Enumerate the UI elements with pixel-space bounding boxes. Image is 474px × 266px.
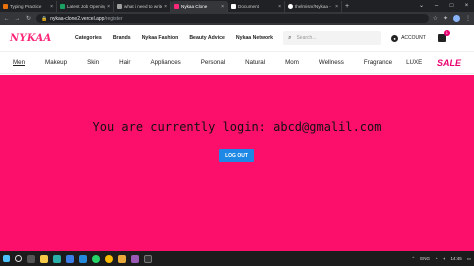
browser-tab[interactable]: Typing Practice × [0,1,57,12]
category-skin[interactable]: Skin [87,59,99,66]
category-nav: Men Makeup Skin Hair Appliances Personal… [0,52,474,74]
browser-tab[interactable]: Latest Job Opening × [57,1,114,12]
nav-item-beauty-advice[interactable]: Beauty Advice [189,35,225,41]
vscode-icon[interactable] [79,254,87,263]
app-icon[interactable] [131,254,139,263]
browser-tab[interactable]: Document × [228,1,285,12]
tab-title: Document [238,4,259,9]
sale-link[interactable]: SALE [437,58,461,68]
account-button[interactable]: ● ACCOUNT [391,34,426,42]
folder-icon[interactable] [118,254,126,263]
category-mom[interactable]: Mom [285,59,299,66]
site-logo[interactable]: NYKAA [10,33,55,44]
tab-favicon-icon [60,4,65,9]
login-status-message: You are currently login: abcd@gmalil.com [92,120,382,134]
close-window-icon[interactable]: × [459,0,474,12]
search-box: ⌕ [283,31,382,45]
notification-icon[interactable]: ▭ [467,256,471,262]
close-icon[interactable]: × [335,4,338,10]
category-makeup[interactable]: Makeup [45,59,67,66]
terminal-icon[interactable] [144,254,152,263]
window-controls: ⌄ – □ × [414,0,474,12]
minimize-icon[interactable]: – [429,0,444,12]
browser-tab[interactable]: what i need to write × [114,1,171,12]
category-personal[interactable]: Personal [201,59,225,66]
github-icon [288,4,293,9]
user-icon: ● [391,34,399,42]
lock-icon: 🔒 [41,15,48,22]
language-indicator[interactable]: ENG [420,256,430,261]
search-icon[interactable] [15,255,22,262]
edge-icon[interactable] [53,254,61,263]
tab-favicon-icon [117,4,122,9]
browser-toolbar-actions: ☆ ✦ ⋮ [433,15,471,22]
url-input[interactable]: 🔒 nykaa-clone2.vercel.app/register [36,14,429,23]
tab-favicon-icon [3,4,8,9]
main-nav: Categories Brands Nykaa Fashion Beauty A… [75,35,273,41]
store-icon[interactable] [66,254,74,263]
tab-title: what i need to write [124,4,163,9]
cart-button[interactable]: 1 [437,30,450,42]
task-view-icon[interactable] [27,254,35,263]
chrome-icon[interactable] [105,254,113,263]
forward-icon[interactable]: → [14,16,21,22]
close-icon[interactable]: × [278,4,281,10]
site-header: NYKAA Categories Brands Nykaa Fashion Be… [0,25,474,52]
browser-tab[interactable]: thelmisnr/Nykaa - × [285,1,342,12]
close-icon[interactable]: × [107,4,110,10]
browser-tab-active[interactable]: Nykaa Clone × [171,1,228,12]
reload-icon[interactable]: ↻ [25,15,32,22]
tab-title: Latest Job Opening [67,4,106,9]
nav-item-categories[interactable]: Categories [75,35,102,41]
login-status-panel: You are currently login: abcd@gmalil.com… [0,75,474,251]
os-taskbar: ⌃ ENG ◔ ◖ 14:45 ▭ [0,251,474,266]
speaker-icon[interactable]: ◖ [443,256,446,261]
logout-button[interactable]: LOG OUT [219,149,254,162]
category-hair[interactable]: Hair [119,59,130,66]
tab-favicon-icon [231,4,236,9]
whatsapp-icon[interactable] [92,254,100,263]
close-icon[interactable]: × [221,4,224,10]
maximize-icon[interactable]: □ [444,0,459,12]
tab-title: thelmisnr/Nykaa - [295,4,331,9]
browser-tabstrip: Typing Practice × Latest Job Opening × w… [0,0,474,12]
menu-icon[interactable]: ⋮ [465,15,471,22]
nav-item-nykaa-fashion[interactable]: Nykaa Fashion [142,35,179,41]
chevron-up-icon[interactable]: ⌃ [411,256,415,262]
windows-start-icon[interactable] [3,255,10,262]
category-appliances[interactable]: Appliances [150,59,180,66]
category-wellness[interactable]: Wellness [319,59,344,66]
nav-item-brands[interactable]: Brands [113,35,131,41]
url-path: /register [104,15,123,22]
nav-item-nykaa-network[interactable]: Nykaa Network [236,35,273,41]
chevron-down-icon[interactable]: ⌄ [414,0,429,12]
category-luxe[interactable]: LUXE [406,59,422,66]
category-natural[interactable]: Natural [245,59,265,66]
address-bar: ← → ↻ 🔒 nykaa-clone2.vercel.app/register… [0,12,474,25]
category-fragrance[interactable]: Fragrance [364,59,392,66]
extensions-icon[interactable]: ✦ [443,15,448,22]
close-icon[interactable]: × [50,4,53,10]
tab-title: Nykaa Clone [181,4,208,9]
tab-title: Typing Practice [10,4,42,9]
cart-count-badge: 1 [443,30,450,36]
wifi-icon[interactable]: ◔ [435,256,438,261]
system-tray: ⌃ ENG ◔ ◖ 14:45 ▭ [411,256,471,262]
account-label: ACCOUNT [401,35,426,41]
close-icon[interactable]: × [164,4,167,10]
category-men[interactable]: Men [13,59,25,66]
back-icon[interactable]: ← [3,16,10,22]
url-host: nykaa-clone2.vercel.app [50,15,105,22]
search-icon: ⌕ [288,34,292,41]
tab-favicon-icon [174,4,179,9]
avatar[interactable] [453,15,460,22]
search-input[interactable] [296,35,367,41]
star-icon[interactable]: ☆ [433,15,438,22]
clock[interactable]: 14:45 [450,256,461,261]
web-page: NYKAA Categories Brands Nykaa Fashion Be… [0,25,474,251]
new-tab-button[interactable]: + [342,1,352,12]
file-explorer-icon[interactable] [40,254,48,263]
